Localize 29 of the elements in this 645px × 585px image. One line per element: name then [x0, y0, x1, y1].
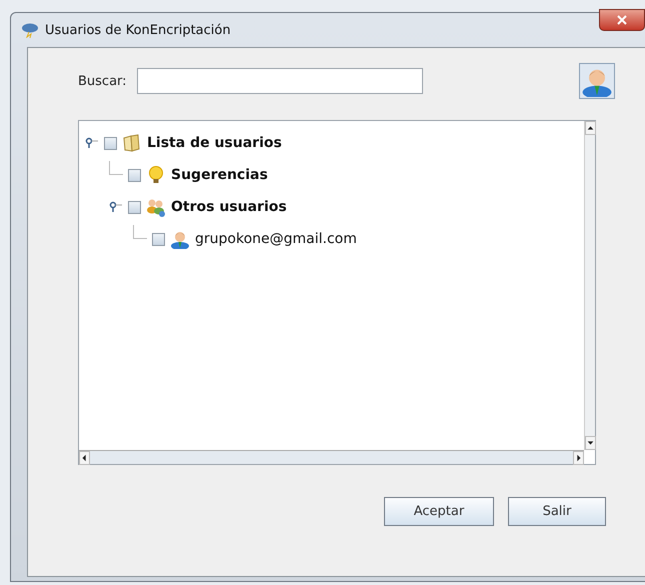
dialog-button[interactable]: Salir — [508, 497, 606, 526]
scroll-up-icon[interactable] — [585, 121, 596, 135]
scroll-right-icon[interactable] — [573, 451, 584, 465]
expand-handle-icon[interactable] — [109, 200, 123, 214]
scroll-left-icon[interactable] — [79, 451, 90, 465]
user-icon — [170, 229, 190, 249]
checkbox[interactable] — [104, 136, 117, 150]
users-icon — [146, 197, 166, 217]
tree-item-label[interactable]: grupokone@gmail.com — [195, 231, 357, 247]
user-avatar-icon — [578, 63, 615, 99]
checkbox[interactable] — [152, 232, 165, 246]
checkbox[interactable] — [128, 200, 141, 214]
search-field[interactable] — [136, 68, 423, 94]
checkbox[interactable] — [128, 168, 141, 182]
book-icon — [122, 133, 142, 153]
scroll-down-icon[interactable] — [585, 436, 596, 450]
expand-handle-icon[interactable] — [85, 136, 99, 150]
window-title: Usuarios de KonEncriptación — [45, 22, 231, 38]
tree-item-label[interactable]: Sugerencias — [171, 167, 268, 183]
dialog-button[interactable]: Aceptar — [384, 497, 494, 526]
close-icon — [616, 15, 628, 25]
close-button[interactable] — [599, 9, 645, 31]
tree-item-label[interactable]: Lista de usuarios — [147, 135, 282, 151]
vertical-scrollbar[interactable] — [584, 121, 595, 450]
cloud-icon — [21, 22, 39, 38]
lightbulb-icon — [146, 165, 166, 185]
tree-item-label[interactable]: Otros usuarios — [171, 199, 287, 215]
search-label: Buscar: — [78, 74, 127, 88]
horizontal-scrollbar[interactable] — [79, 450, 584, 464]
